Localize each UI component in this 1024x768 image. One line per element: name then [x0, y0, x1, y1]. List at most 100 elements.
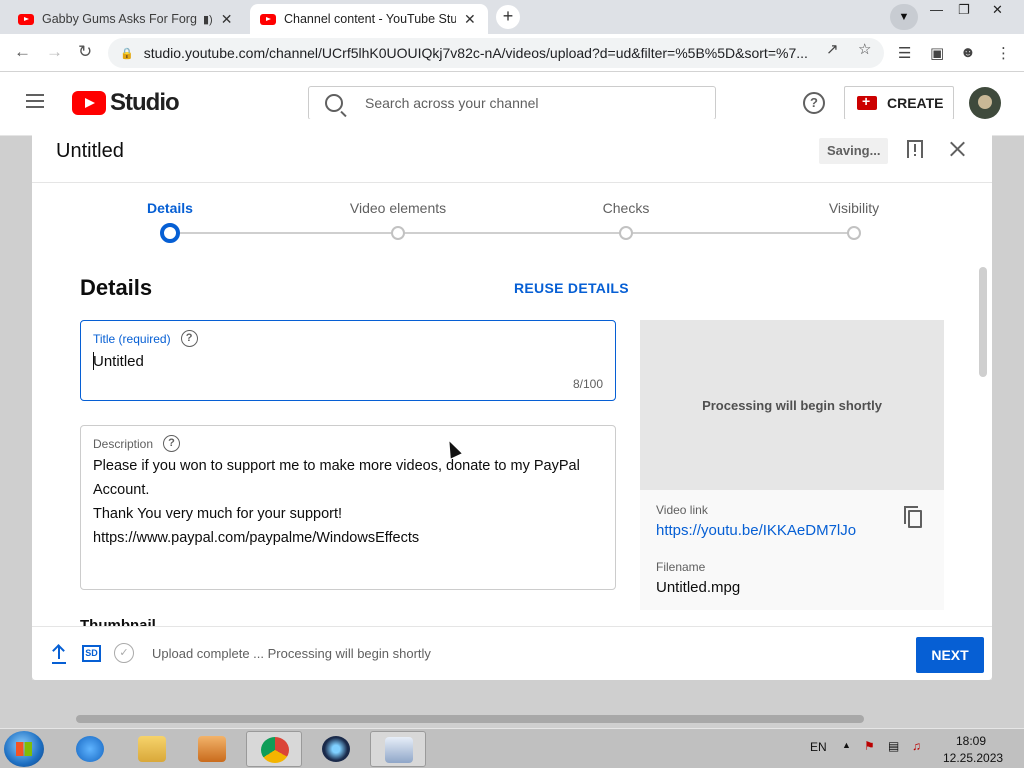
video-preview-panel: Processing will begin shortly Video link… [640, 320, 944, 610]
description-field-label: Description ? [93, 435, 181, 452]
reuse-details-button[interactable]: REUSE DETAILS [514, 280, 629, 296]
copy-icon[interactable] [904, 506, 922, 528]
bookmark-star-icon[interactable]: ☆ [858, 40, 871, 58]
step-video-elements[interactable]: Video elements [350, 200, 446, 216]
language-indicator[interactable]: EN [810, 740, 827, 754]
horizontal-scrollbar[interactable] [76, 715, 864, 723]
step-visibility-indicator[interactable] [847, 226, 861, 240]
create-button[interactable]: CREATE [844, 86, 954, 120]
tab-close-icon[interactable]: ✕ [221, 11, 233, 28]
reading-list-icon[interactable]: ☰ [898, 44, 911, 62]
taskbar-camera-app[interactable] [308, 731, 364, 767]
youtube-favicon-icon [260, 13, 276, 25]
section-heading: Details [80, 275, 153, 300]
network-icon[interactable]: ▤ [888, 739, 899, 753]
search-placeholder: Search across your channel [365, 95, 539, 111]
lock-icon[interactable]: 🔒 [120, 47, 134, 60]
profile-avatar-icon[interactable]: ☻ [960, 44, 976, 61]
dialog-footer: SD ✓ Upload complete ... Processing will… [32, 626, 992, 680]
step-details-indicator[interactable] [160, 223, 180, 243]
close-dialog-icon[interactable] [946, 138, 968, 160]
help-icon[interactable]: ? [163, 435, 181, 452]
share-icon[interactable]: ↗ [826, 40, 839, 58]
content-backdrop [992, 136, 1024, 710]
hamburger-menu-icon[interactable] [26, 94, 44, 108]
description-field[interactable]: Description ? Please if you won to suppo… [80, 425, 616, 590]
browser-menu-icon[interactable]: ⋮ [996, 44, 1011, 62]
folder-icon [138, 736, 166, 762]
volume-muted-icon[interactable]: ♫ [912, 739, 921, 753]
sidebar-backdrop [0, 136, 32, 710]
description-line: Thank You very much for your support! [93, 506, 343, 522]
url-text: studio.youtube.com/channel/UCrf5lhK0UOUI… [143, 45, 808, 61]
speaker-icon[interactable]: ▮) [203, 13, 213, 26]
browser-toolbar: ← → ↻ 🔒 studio.youtube.com/channel/UCrf5… [0, 34, 1024, 72]
video-link-label: Video link [656, 503, 708, 517]
next-button[interactable]: NEXT [916, 637, 984, 673]
description-textarea[interactable]: Please if you won to support me to make … [93, 454, 608, 550]
create-label: CREATE [887, 95, 944, 111]
address-bar[interactable]: 🔒 studio.youtube.com/channel/UCrf5lhK0UO… [108, 38, 884, 68]
description-label-text: Description [93, 436, 154, 451]
step-checks-indicator[interactable] [619, 226, 633, 240]
show-hidden-icons-icon[interactable]: ▲ [842, 740, 851, 750]
upload-icon[interactable] [53, 645, 65, 661]
browser-tab-1[interactable]: Gabby Gums Asks For Forgiv ▮) ✕ [8, 4, 248, 34]
step-checks[interactable]: Checks [603, 200, 650, 216]
step-visibility[interactable]: Visibility [829, 200, 879, 216]
tab-title: Channel content - YouTube Studio [284, 12, 456, 26]
video-link[interactable]: https://youtu.be/IKKAeDM7lJo [656, 522, 856, 539]
chrome-icon [261, 737, 289, 763]
browser-tab-2[interactable]: Channel content - YouTube Studio ✕ [250, 4, 488, 34]
taskbar-media-player[interactable] [184, 731, 240, 767]
clock-date[interactable]: 12.25.2023 [943, 751, 1003, 765]
taskbar-internet-explorer[interactable] [62, 731, 118, 767]
side-panel-icon[interactable]: ▣ [930, 44, 944, 62]
action-center-icon[interactable]: ⚑ [864, 739, 875, 753]
tab-title: Gabby Gums Asks For Forgiv [42, 12, 197, 26]
report-issue-icon[interactable] [907, 140, 923, 158]
processing-message: Processing will begin shortly [702, 397, 882, 413]
taskbar-file-explorer[interactable] [124, 731, 180, 767]
filename-value: Untitled.mpg [656, 579, 741, 596]
dialog-header: Untitled Saving... [32, 119, 992, 183]
description-line: Please if you won to support me to make … [93, 458, 580, 498]
tab-close-icon[interactable]: ✕ [464, 11, 476, 28]
step-video-elements-indicator[interactable] [391, 226, 405, 240]
help-icon[interactable]: ? [180, 330, 198, 347]
browser-tab-strip: Gabby Gums Asks For Forgiv ▮) ✕ Channel … [0, 0, 1024, 34]
sd-quality-icon[interactable]: SD [82, 645, 101, 662]
start-button[interactable] [4, 731, 44, 767]
taskbar-keyboard-app[interactable] [370, 731, 426, 767]
reload-icon[interactable]: ↻ [78, 42, 92, 62]
taskbar-chrome[interactable] [246, 731, 302, 767]
youtube-logo-icon[interactable] [72, 91, 106, 115]
create-video-icon [857, 93, 877, 110]
window-close-icon[interactable]: ✕ [992, 2, 1003, 18]
new-tab-button[interactable]: + [496, 5, 520, 29]
forward-arrow-icon[interactable]: → [46, 42, 63, 62]
title-input-value[interactable]: Untitled [93, 353, 144, 370]
help-icon[interactable]: ? [803, 92, 825, 114]
clock-time[interactable]: 18:09 [956, 734, 986, 748]
checks-status-icon[interactable]: ✓ [114, 643, 134, 663]
search-icon [325, 94, 343, 112]
studio-logo-text: Studio [110, 89, 180, 116]
saving-status-badge: Saving... [819, 138, 889, 164]
vertical-scrollbar[interactable] [979, 267, 987, 377]
back-arrow-icon[interactable]: ← [14, 42, 31, 62]
internet-explorer-icon [76, 736, 104, 762]
channel-search-input[interactable]: Search across your channel [308, 86, 716, 120]
title-char-counter: 8/100 [572, 377, 603, 391]
video-preview-player[interactable]: Processing will begin shortly [640, 320, 944, 490]
stepper-track [170, 232, 854, 234]
dialog-title: Untitled [56, 140, 124, 162]
description-line: https://www.paypal.com/paypalme/WindowsE… [93, 530, 420, 546]
step-details[interactable]: Details [147, 200, 193, 216]
tab-search-dropdown-icon[interactable]: ▼ [890, 4, 918, 30]
filename-label: Filename [656, 560, 706, 574]
minimize-icon[interactable]: — [930, 2, 943, 17]
account-avatar[interactable] [969, 87, 1001, 119]
title-field[interactable]: Title (required) ? Untitled 8/100 [80, 320, 616, 401]
restore-icon[interactable]: ❐ [958, 2, 970, 18]
